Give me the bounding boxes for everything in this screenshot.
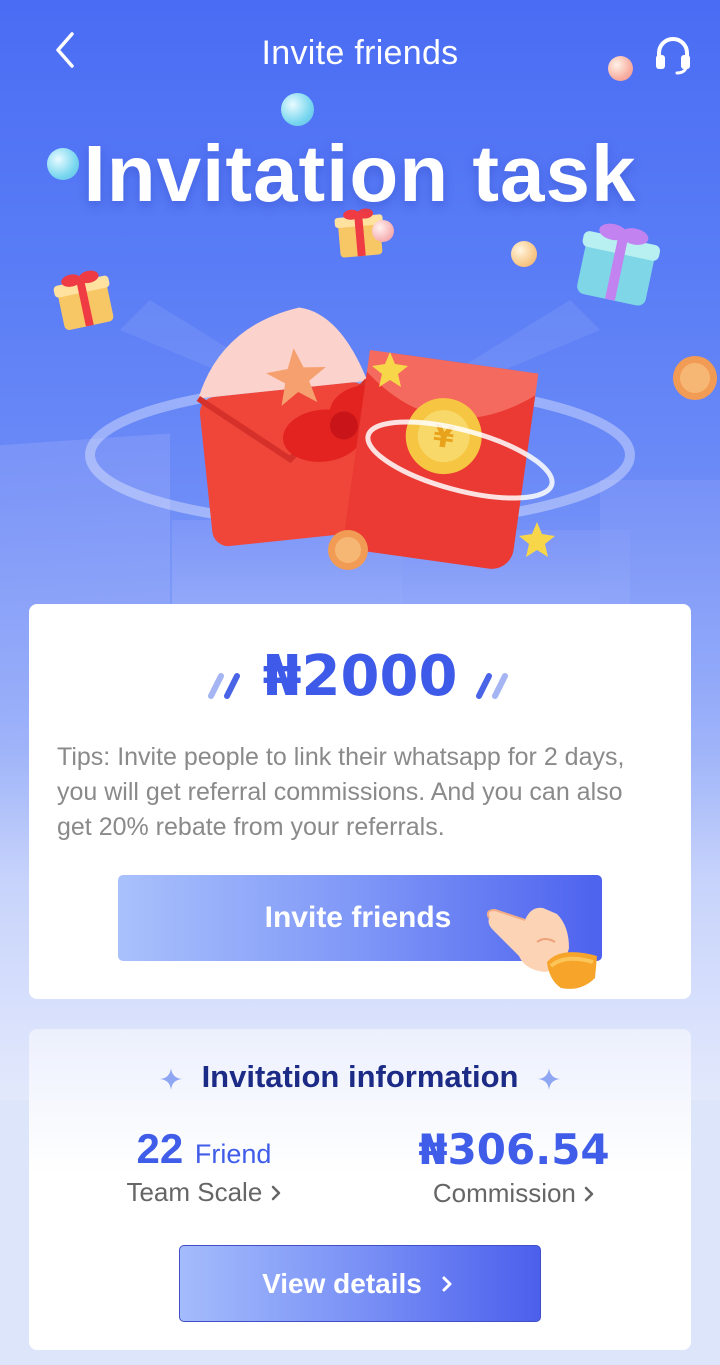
commission-value: ₦306.54 xyxy=(418,1125,610,1174)
reward-amount: ₦2000 xyxy=(262,644,458,709)
reward-card: ₦2000 Tips: Invite people to link their … xyxy=(29,604,691,999)
decor-orb xyxy=(281,93,314,126)
decor-orb xyxy=(511,241,537,267)
chevron-right-icon xyxy=(584,1186,594,1202)
page-title: Invite friends xyxy=(261,34,459,72)
info-title: Invitation information xyxy=(201,1059,519,1094)
commission-stat[interactable]: ₦306.54 Commission xyxy=(409,1125,619,1209)
tips-text: Tips: Invite people to link their whatsa… xyxy=(57,743,625,841)
team-count: 22 Friend xyxy=(119,1125,289,1173)
invite-friends-label: Invite friends xyxy=(264,901,452,934)
team-scale-link[interactable]: Team Scale xyxy=(119,1177,289,1208)
chevron-right-icon xyxy=(442,1276,452,1291)
view-details-button[interactable]: View details xyxy=(179,1245,541,1322)
team-count-value: 22 xyxy=(136,1125,184,1172)
invitation-info-card: Invitation information 22 Friend Team Sc… xyxy=(29,1029,691,1350)
headset-icon xyxy=(656,37,690,75)
pointing-hand-icon xyxy=(486,907,597,989)
team-count-unit: Friend xyxy=(194,1139,272,1169)
view-details-label: View details xyxy=(262,1267,422,1299)
slash-decor-right xyxy=(476,673,508,699)
team-scale-label: Team Scale xyxy=(126,1177,263,1207)
top-bar: Invite friends xyxy=(0,24,720,84)
chevron-right-icon xyxy=(271,1185,280,1201)
sparkle-icon xyxy=(538,1068,560,1090)
team-scale-stat[interactable]: 22 Friend Team Scale xyxy=(119,1125,289,1208)
decor-orb xyxy=(372,220,394,242)
hero-illustration: ¥ xyxy=(53,208,717,570)
hero-title: Invitation task xyxy=(83,129,637,218)
commission-link[interactable]: Commission xyxy=(409,1178,619,1209)
support-button[interactable] xyxy=(650,32,696,78)
commission-label: Commission xyxy=(432,1178,576,1208)
